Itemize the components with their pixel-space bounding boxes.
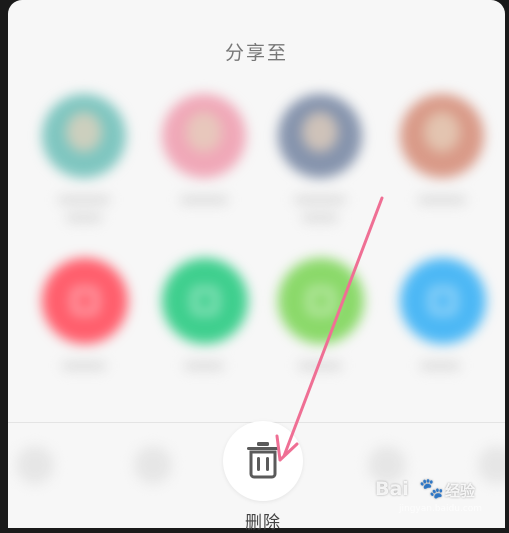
app-caption-1 [62,362,106,370]
app-caption-2 [184,362,224,370]
bottom-action-2[interactable] [134,446,172,484]
watermark-brand: Bai [375,478,409,500]
app-blue-icon [430,288,456,314]
contact-caption-3 [294,196,346,204]
contact-caption-2 [180,196,228,204]
contact-avatar-3[interactable] [278,94,362,178]
contact-avatar-2[interactable] [162,94,246,178]
paw-icon: 🐾 [419,476,444,500]
app-share-green[interactable] [162,258,248,344]
contact-caption-1b [66,214,102,222]
contact-avatar-4[interactable] [400,94,484,178]
app-share-lightgreen[interactable] [278,258,364,344]
contact-caption-4 [418,196,466,204]
watermark-url: jingyan.baidu.com [399,504,483,514]
contact-caption-3b [302,214,338,222]
delete-button[interactable] [223,421,303,501]
baidu-jingyan-watermark: Bai 🐾 经验 jingyan.baidu.com [369,472,489,518]
contact-caption-1 [58,196,110,204]
app-red-icon [72,288,98,314]
delete-label: 删除 [245,513,281,533]
app-share-red[interactable] [42,258,128,344]
app-lightgreen-icon [308,288,334,314]
watermark-sub: 经验 [445,482,476,500]
app-green-icon [192,288,218,314]
app-caption-3 [298,362,342,370]
app-share-blue[interactable] [400,258,486,344]
trash-icon [247,442,279,479]
contact-avatar-1[interactable] [42,94,126,178]
bottom-action-1[interactable] [16,446,54,484]
app-caption-4 [420,362,460,370]
